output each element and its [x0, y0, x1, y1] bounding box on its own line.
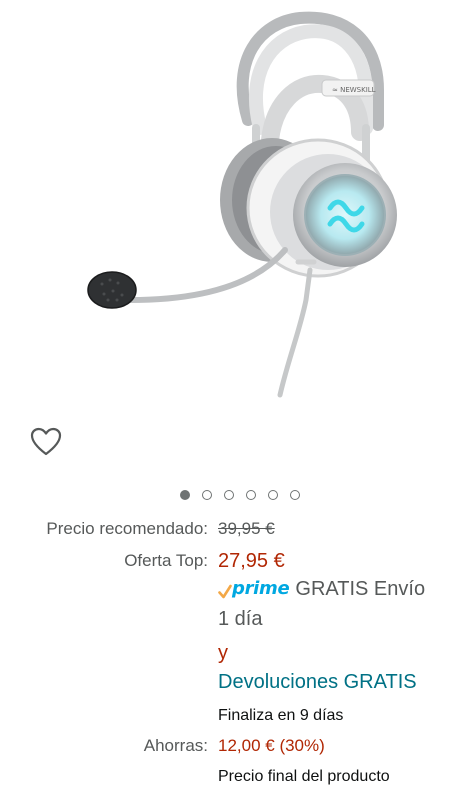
check-icon: [218, 584, 232, 599]
carousel-dot-4[interactable]: [245, 490, 256, 500]
heart-outline-icon[interactable]: [28, 424, 64, 460]
prime-shipping-line: prime GRATIS Envío: [218, 578, 425, 600]
prime-word: prime: [232, 578, 290, 599]
free-returns-link[interactable]: Devoluciones GRATIS: [218, 671, 417, 693]
carousel-dot-3[interactable]: [223, 490, 234, 500]
list-price-value: 39,95 €: [218, 519, 275, 538]
product-image[interactable]: ≈ NEWSKILL: [60, 0, 440, 400]
carousel-dot-2[interactable]: [201, 490, 212, 500]
deal-price-value: 27,95 €: [218, 550, 285, 572]
free-shipping-text: GRATIS Envío: [295, 578, 426, 600]
final-price-note: Precio final del producto: [218, 768, 390, 785]
prime-logo: prime: [218, 578, 290, 600]
deal-price-label: Oferta Top:: [124, 551, 208, 570]
list-price-label: Precio recomendado:: [46, 519, 208, 538]
shipping-days-text: 1 día: [218, 608, 263, 630]
savings-value: 12,00 € (30%): [218, 736, 325, 755]
carousel-dot-6[interactable]: [289, 490, 300, 500]
savings-label: Ahorras:: [143, 736, 208, 755]
carousel-dot-1[interactable]: [179, 490, 190, 500]
image-carousel-indicator: [0, 490, 475, 500]
svg-text:≈ NEWSKILL: ≈ NEWSKILL: [332, 86, 376, 94]
and-text: y: [218, 642, 228, 664]
carousel-dot-5[interactable]: [267, 490, 278, 500]
deal-ends-text: Finaliza en 9 días: [218, 707, 344, 724]
